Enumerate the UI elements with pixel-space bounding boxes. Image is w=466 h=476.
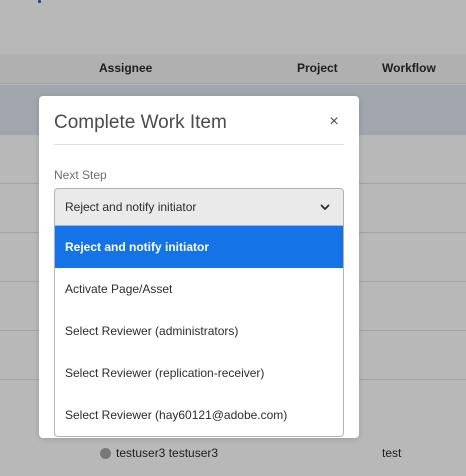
option-select-reviewer-administrators[interactable]: Select Reviewer (administrators) xyxy=(55,310,343,352)
next-step-label: Next Step xyxy=(54,168,107,182)
next-step-select[interactable]: Reject and notify initiator xyxy=(54,188,344,226)
next-step-options-list: Reject and notify initiator Activate Pag… xyxy=(54,226,344,437)
option-select-reviewer-replication-receiver[interactable]: Select Reviewer (replication-receiver) xyxy=(55,352,343,394)
option-select-reviewer-hay60121[interactable]: Select Reviewer (hay60121@adobe.com) xyxy=(55,394,343,436)
dialog-title: Complete Work Item xyxy=(54,112,227,133)
next-step-select-value: Reject and notify initiator xyxy=(65,200,197,214)
complete-work-item-dialog: Complete Work Item × Next Step Reject an… xyxy=(39,96,359,438)
option-activate-page-asset[interactable]: Activate Page/Asset xyxy=(55,268,343,310)
close-button[interactable]: × xyxy=(325,113,343,131)
dialog-divider xyxy=(54,144,344,145)
chevron-down-icon xyxy=(320,204,330,210)
option-reject-and-notify-initiator[interactable]: Reject and notify initiator xyxy=(55,226,343,268)
